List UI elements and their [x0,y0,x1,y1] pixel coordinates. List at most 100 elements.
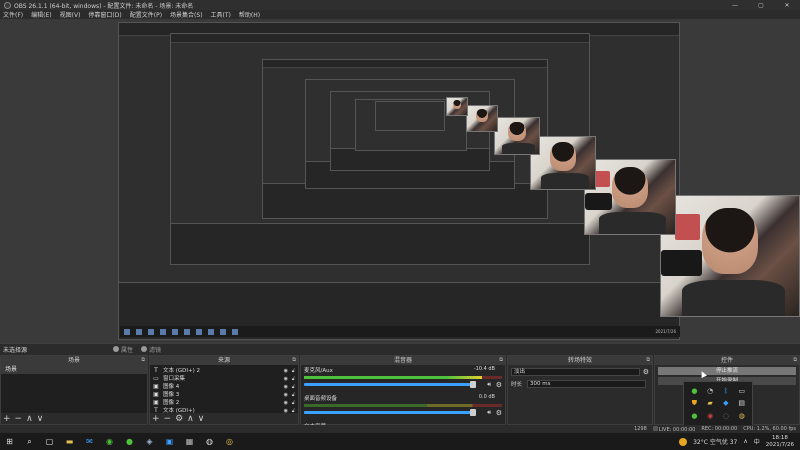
menu-help[interactable]: 帮助(H) [239,10,260,19]
search-icon[interactable]: ⌕ [24,436,35,447]
app-icon[interactable]: ◎ [224,436,235,447]
lock-icon[interactable]: 🔓︎ [292,383,295,391]
remove-source-button[interactable]: − [164,414,172,424]
visibility-eye-icon[interactable]: ◉ [284,367,288,375]
transition-type-select[interactable]: 淡出 [511,368,640,376]
steam-icon[interactable]: ◈ [144,436,155,447]
taskbar-clock[interactable]: 18:18 2021/7/26 [766,435,794,449]
menu-profile[interactable]: 配置文件(P) [130,10,162,19]
volume-slider[interactable] [304,381,477,388]
clock-date: 2021/7/26 [765,441,794,448]
obs-tray-icon[interactable]: ◍ [735,412,748,421]
visibility-eye-icon[interactable]: ◉ [284,391,288,399]
float-icon[interactable]: ⧉ [793,356,797,365]
float-icon[interactable]: ⧉ [141,356,145,365]
settings-tray-icon[interactable]: ◌ [720,412,733,421]
maximize-button[interactable]: ▢ [748,0,774,10]
menu-file[interactable]: 文件(F) [3,10,23,19]
lock-icon[interactable]: 🔓︎ [292,407,295,415]
visibility-eye-icon[interactable]: ◉ [284,375,288,383]
browser-icon[interactable]: ◉ [104,436,115,447]
live-icon [652,425,658,431]
obs-icon[interactable]: ◍ [204,436,215,447]
move-scene-up-button[interactable]: ∧ [26,414,33,424]
tray-chevron-icon[interactable]: ∧ [743,438,747,445]
menu-bar: 文件(F) 编辑(E) 视图(V) 停靠窗口(D) 配置文件(P) 场景集合(S… [0,10,800,19]
properties-button[interactable]: 属性 [113,345,133,354]
float-icon[interactable]: ⧉ [646,356,650,365]
lock-icon[interactable]: 🔓︎ [292,399,295,407]
gear-icon[interactable]: ⚙ [496,381,502,389]
speaker-icon[interactable]: 🔊︎ [487,381,491,389]
file-explorer-icon[interactable]: ▬ [64,436,75,447]
wifi-tray-icon[interactable]: ◔ [704,386,717,395]
green-tray-icon[interactable]: ● [688,386,701,395]
channel-name: 麦克风/Aux [304,368,333,374]
monitor-tray-icon[interactable]: ▭ [735,386,748,395]
duration-input[interactable]: 300 ms [527,380,646,388]
weather-text[interactable]: 32°C 空气优 37 [693,437,737,446]
window-capture-icon: ▭ [153,375,159,382]
clock-time: 18:18 [771,434,788,441]
mail-icon[interactable]: ✉ [84,436,95,447]
move-scene-down-button[interactable]: ∨ [37,414,44,424]
ime-indicator[interactable]: 中 [754,437,760,446]
webcam-feed [584,159,676,235]
filters-button[interactable]: 滤镜 [141,345,161,354]
wechat-icon[interactable]: ● [124,436,135,447]
gear-icon[interactable]: ⚙ [496,409,502,417]
transitions-header: 转场特效 ⧉ [508,356,652,365]
add-scene-button[interactable]: + [3,414,11,424]
add-source-button[interactable]: + [152,414,160,424]
sources-dock: 来源 ⧉ T 文本 (GDI+) 2 ◉ 🔓︎ ▭ 窗口采集 ◉ 🔓︎ ▣ 图像… [149,355,299,425]
volume-slider[interactable] [304,409,477,416]
visibility-eye-icon[interactable]: ◉ [284,399,288,407]
task-view-icon[interactable]: ▢ [44,436,55,447]
float-icon[interactable]: ⧉ [499,356,503,365]
visibility-eye-icon[interactable]: ◉ [284,383,288,391]
visibility-eye-icon[interactable]: ◉ [284,407,288,415]
explorer-icon[interactable]: ▦ [184,436,195,447]
transitions-body: 淡出 ⚙ 时长 300 ms [508,365,652,424]
speaker-icon[interactable]: 🔊︎ [487,409,491,417]
menu-scene-collection[interactable]: 场景集合(S) [170,10,203,19]
lock-icon[interactable]: 🔓︎ [292,367,295,375]
stop-streaming-button[interactable]: 停止推流 [658,367,796,375]
weather-icon[interactable] [679,437,688,446]
move-source-down-button[interactable]: ∨ [198,414,205,424]
filters-label: 滤镜 [149,346,162,354]
webcam-feed [660,195,800,317]
bluetooth-tray-icon[interactable]: ᛒ [720,386,733,395]
wechat-tray-icon[interactable]: ● [688,412,701,421]
source-item[interactable]: ▣ 图像 3 ◉ 🔓︎ [150,391,298,399]
lock-icon[interactable]: 🔓︎ [292,391,295,399]
nested-clock: 2021/7/26 [655,329,676,334]
scene-item[interactable]: 场景 [1,365,147,374]
source-item[interactable]: ▭ 窗口采集 ◉ 🔓︎ [150,375,298,383]
preview-canvas[interactable]: 2021/7/26 [0,19,800,343]
menu-tools[interactable]: 工具(T) [211,10,231,19]
source-item[interactable]: T 文本 (GDI+) 2 ◉ 🔓︎ [150,367,298,375]
float-icon[interactable]: ⧉ [292,356,296,365]
source-item[interactable]: ▣ 图像 2 ◉ 🔓︎ [150,399,298,407]
close-button[interactable]: ✕ [774,0,800,10]
menu-view[interactable]: 视图(V) [60,10,81,19]
remove-scene-button[interactable]: − [15,414,23,424]
folder-tray-icon[interactable]: ▰ [704,398,717,408]
menu-docks[interactable]: 停靠窗口(D) [88,10,121,19]
minimize-button[interactable]: — [722,0,748,10]
document-tray-icon[interactable]: ▤ [735,398,748,408]
move-source-up-button[interactable]: ∧ [187,414,194,424]
source-properties-button[interactable]: ⚙ [175,414,183,424]
sources-controls: + − ⚙ ∧ ∨ [152,413,204,424]
gear-icon [113,346,119,352]
menu-edit[interactable]: 编辑(E) [31,10,51,19]
windows-start-icon[interactable]: ⊞ [4,436,15,447]
record-tray-icon[interactable]: ◉ [704,412,717,421]
app-icon[interactable]: ▣ [164,436,175,447]
gear-icon[interactable]: ⚙ [643,368,649,376]
app-tray-icon[interactable]: ◆ [720,398,733,408]
shield-tray-icon[interactable]: ⛊ [688,398,701,408]
source-item[interactable]: ▣ 图像 4 ◉ 🔓︎ [150,383,298,391]
lock-icon[interactable]: 🔓︎ [292,375,295,383]
